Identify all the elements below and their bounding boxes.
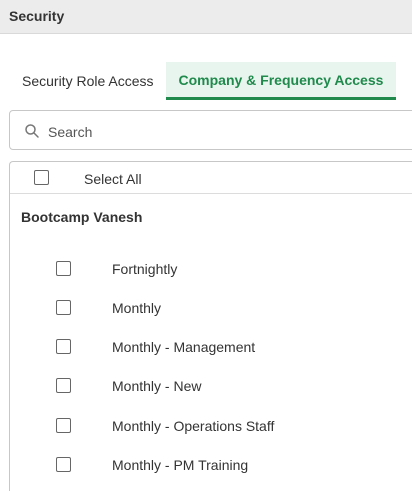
list-item-monthly-operations-staff[interactable]: Monthly - Operations Staff [10,410,410,442]
list-item-fortnightly[interactable]: Fortnightly [10,253,410,285]
list-item-monthly-management[interactable]: Monthly - Management [10,331,410,363]
item-label: Monthly - PM Training [112,457,249,473]
item-checkbox[interactable] [56,261,71,276]
search-icon [25,124,39,138]
tab-company-frequency-access[interactable]: Company & Frequency Access [165,62,397,100]
list-item-monthly-pm-training[interactable]: Monthly - PM Training [10,449,410,481]
item-checkbox[interactable] [56,418,71,433]
select-all-label: Select All [84,171,142,187]
page-header: Security [0,0,412,34]
item-checkbox[interactable] [56,378,71,393]
item-checkbox[interactable] [56,300,71,315]
company-group-title: Bootcamp Vanesh [21,209,143,225]
tab-security-role-access[interactable]: Security Role Access [10,62,166,100]
item-label: Fortnightly [112,261,178,277]
search-box[interactable] [9,110,412,150]
company-frequency-list: Select All Bootcamp Vanesh Fortnightly M… [9,161,412,491]
list-item-monthly-new[interactable]: Monthly - New [10,370,410,402]
page-title: Security [9,8,65,24]
item-label: Monthly - Operations Staff [112,418,275,434]
item-label: Monthly [112,300,162,316]
list-item-monthly[interactable]: Monthly [10,292,410,324]
item-checkbox[interactable] [56,457,71,472]
item-checkbox[interactable] [56,339,71,354]
item-label: Monthly - New [112,378,202,394]
search-input[interactable] [46,120,410,144]
item-label: Monthly - Management [112,339,256,355]
tab-bar: Security Role Access Company & Frequency… [10,62,397,100]
select-all-row[interactable]: Select All [10,162,412,194]
select-all-checkbox[interactable] [34,170,49,185]
